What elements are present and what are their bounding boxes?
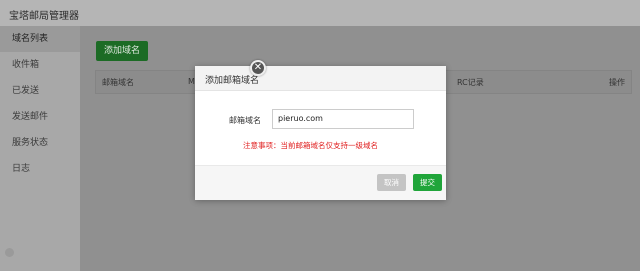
domain-input[interactable] bbox=[272, 109, 414, 129]
submit-button[interactable]: 提交 bbox=[413, 174, 442, 191]
add-domain-dialog: 添加邮箱域名 邮箱域名 注意事项：当前邮箱域名仅支持一级域名 取消 提交 bbox=[195, 66, 446, 200]
app-title: 宝塔邮局管理器 bbox=[9, 11, 79, 22]
sidebar-item-service-status[interactable]: 服务状态 bbox=[0, 130, 80, 156]
top-bar: 宝塔邮局管理器 bbox=[0, 0, 640, 26]
add-domain-button[interactable]: 添加域名 bbox=[96, 41, 149, 61]
sidebar-footer-icon bbox=[5, 248, 14, 257]
sidebar-item-domain-list[interactable]: 域名列表 bbox=[0, 26, 80, 52]
column-header-domain: 邮箱域名 bbox=[102, 78, 134, 87]
cancel-button[interactable]: 取消 bbox=[377, 174, 406, 191]
sidebar: 域名列表 收件箱 已发送 发送邮件 服务状态 日志 bbox=[0, 26, 80, 271]
dialog-header: 添加邮箱域名 bbox=[195, 66, 446, 91]
column-header-actions: 操作 bbox=[609, 78, 625, 87]
app-window: 宝塔邮局管理器 域名列表 收件箱 已发送 发送邮件 服务状态 日志 添加域名 邮… bbox=[0, 0, 640, 271]
sidebar-item-send-mail[interactable]: 发送邮件 bbox=[0, 104, 80, 130]
column-header-partial: M bbox=[188, 77, 195, 86]
notice-text: 注意事项：当前邮箱域名仅支持一级域名 bbox=[243, 141, 378, 150]
sidebar-item-sent[interactable]: 已发送 bbox=[0, 78, 80, 104]
sidebar-item-logs[interactable]: 日志 bbox=[0, 156, 80, 182]
domain-form-row: 邮箱域名 bbox=[195, 109, 446, 131]
dialog-footer: 取消 提交 bbox=[195, 165, 446, 200]
column-header-records: RC记录 bbox=[457, 78, 484, 87]
sidebar-item-inbox[interactable]: 收件箱 bbox=[0, 52, 80, 78]
domain-field-label: 邮箱域名 bbox=[229, 116, 261, 125]
close-icon[interactable]: ✕ bbox=[250, 60, 266, 76]
dialog-title: 添加邮箱域名 bbox=[205, 76, 260, 86]
